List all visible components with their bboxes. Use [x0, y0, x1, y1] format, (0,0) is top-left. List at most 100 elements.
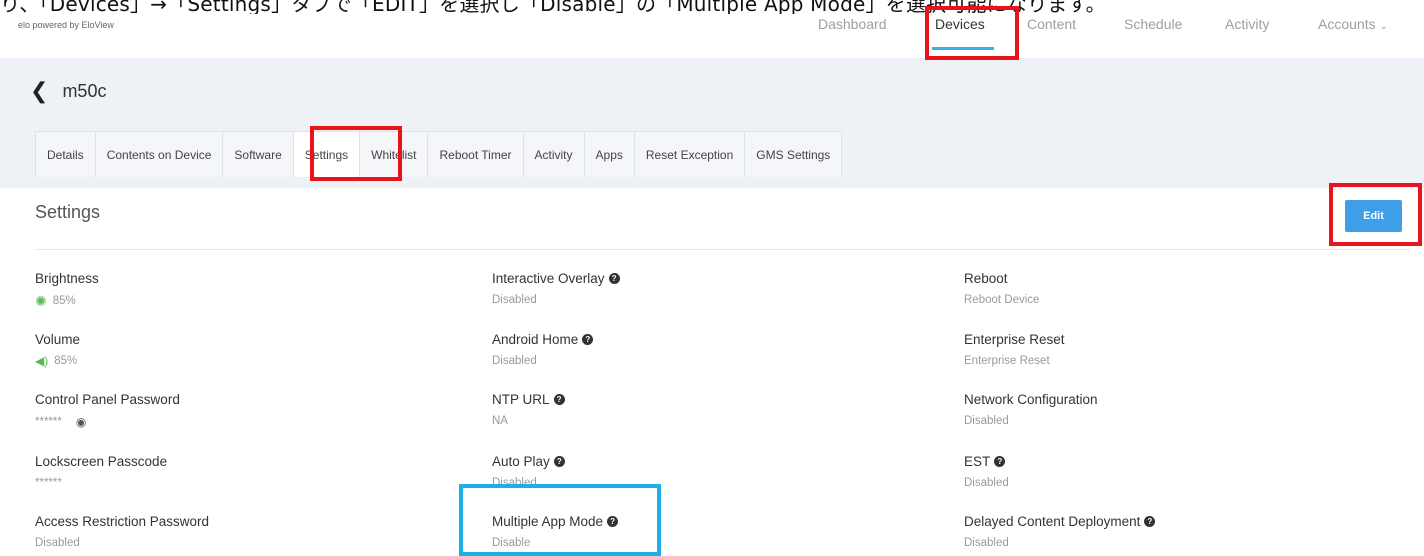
instruction-caption: り、「Devices」→「Settings」タブで「EDIT」を選択し「Disa…: [0, 0, 1106, 14]
nav-activity[interactable]: Activity: [1225, 16, 1269, 32]
setting-value: Disabled: [964, 415, 1009, 427]
tab-reset-exception[interactable]: Reset Exception: [633, 131, 745, 177]
setting-label-row: EST?: [964, 454, 1009, 469]
setting-auto-play: Auto Play? Disabled: [492, 454, 565, 489]
setting-android-home: Android Home? Disabled: [492, 332, 594, 367]
tab-software[interactable]: Software: [222, 131, 293, 177]
setting-label-row: Multiple App Mode?: [492, 514, 619, 529]
setting-value-row: ◀) 85%: [35, 355, 80, 367]
reboot-device-link[interactable]: Reboot Device: [964, 294, 1039, 306]
setting-label: Multiple App Mode: [492, 514, 604, 529]
help-icon[interactable]: ?: [553, 456, 565, 467]
setting-value: Disabled: [492, 355, 537, 367]
setting-lockscreen-passcode: Lockscreen Passcode ******: [35, 454, 167, 489]
setting-est: EST? Disabled: [964, 454, 1009, 489]
help-icon[interactable]: ?: [1144, 516, 1156, 527]
setting-value: Disabled: [492, 294, 537, 306]
edit-button[interactable]: Edit: [1345, 200, 1402, 232]
setting-value: NA: [492, 415, 508, 427]
setting-label: EST: [964, 454, 991, 469]
device-tabs: Details Contents on Device Software Sett…: [35, 131, 843, 177]
setting-enterprise-reset: Enterprise Reset Enterprise Reset: [964, 332, 1065, 367]
setting-value: ******: [35, 477, 62, 489]
setting-delayed-content-deployment: Delayed Content Deployment? Disabled: [964, 514, 1156, 549]
setting-value-row: Disabled: [492, 294, 620, 306]
setting-ntp-url: NTP URL? NA: [492, 392, 565, 427]
setting-access-restriction-password: Access Restriction Password Disabled: [35, 514, 209, 549]
nav-content[interactable]: Content: [1027, 16, 1076, 32]
tab-gms-settings[interactable]: GMS Settings: [744, 131, 843, 177]
setting-value: Disabled: [492, 477, 537, 489]
setting-value-row: Disabled: [492, 355, 593, 367]
top-navigation: Dashboard Devices Content Schedule Activ…: [0, 16, 1424, 46]
setting-label-row: NTP URL?: [492, 392, 565, 407]
setting-multiple-app-mode: Multiple App Mode? Disable: [492, 514, 619, 549]
nav-dashboard[interactable]: Dashboard: [818, 16, 887, 32]
back-chevron-icon[interactable]: ❮: [30, 80, 48, 102]
setting-value-row: Disabled: [964, 477, 1009, 489]
setting-volume: Volume ◀) 85%: [35, 332, 80, 367]
setting-value-row: ✺ 85%: [35, 294, 99, 308]
setting-value-row: ****** ◉: [35, 415, 180, 429]
setting-label-row: Delayed Content Deployment?: [964, 514, 1156, 529]
section-title: Settings: [35, 202, 101, 222]
eye-icon[interactable]: ◉: [76, 415, 86, 429]
setting-label: Lockscreen Passcode: [35, 454, 168, 469]
device-name: m50c: [62, 80, 107, 101]
setting-value-row: Disabled: [964, 415, 1098, 427]
setting-label: Control Panel Password: [35, 392, 180, 407]
section-divider: [35, 249, 1410, 250]
setting-label: Android Home: [492, 332, 579, 347]
brightness-icon: ✺: [35, 293, 47, 309]
setting-control-panel-password: Control Panel Password ****** ◉: [35, 392, 180, 429]
setting-interactive-overlay: Interactive Overlay? Disabled: [492, 271, 620, 306]
setting-value-row: Disabled: [964, 537, 1155, 549]
help-icon[interactable]: ?: [994, 456, 1006, 467]
setting-value-row: Disable: [492, 537, 618, 549]
help-icon[interactable]: ?: [553, 394, 565, 405]
tab-whitelist[interactable]: Whitelist: [359, 131, 428, 177]
setting-value-row: NA: [492, 415, 565, 427]
help-icon[interactable]: ?: [607, 516, 619, 527]
setting-value-row: ******: [35, 477, 167, 489]
tab-apps[interactable]: Apps: [583, 131, 634, 177]
tab-settings[interactable]: Settings: [292, 131, 360, 177]
setting-value-row: Disabled: [35, 537, 209, 549]
setting-reboot: Reboot Reboot Device: [964, 271, 1039, 306]
tab-details[interactable]: Details: [35, 131, 95, 177]
help-icon[interactable]: ?: [608, 273, 620, 284]
nav-devices[interactable]: Devices: [935, 16, 985, 32]
setting-label: Volume: [35, 332, 81, 347]
setting-value: Disable: [492, 537, 531, 549]
nav-accounts[interactable]: Accounts ⌄: [1318, 16, 1388, 32]
setting-network-configuration: Network Configuration Disabled: [964, 392, 1098, 427]
setting-label: Enterprise Reset: [964, 332, 1065, 347]
setting-value: Disabled: [964, 477, 1009, 489]
setting-label: NTP URL: [492, 392, 550, 407]
setting-label: Brightness: [35, 271, 99, 286]
setting-brightness: Brightness ✺ 85%: [35, 271, 99, 308]
nav-schedule[interactable]: Schedule: [1124, 16, 1182, 32]
setting-label: Auto Play: [492, 454, 550, 469]
setting-label-row: Interactive Overlay?: [492, 271, 620, 286]
setting-label: Interactive Overlay: [492, 271, 605, 286]
tab-activity[interactable]: Activity: [522, 131, 584, 177]
setting-label: Access Restriction Password: [35, 514, 210, 529]
setting-value-row: Enterprise Reset: [964, 355, 1065, 367]
tab-reboot-timer[interactable]: Reboot Timer: [427, 131, 523, 177]
volume-icon: ◀): [35, 354, 49, 368]
setting-label-row: Android Home?: [492, 332, 594, 347]
setting-value: Disabled: [964, 537, 1009, 549]
setting-value: ******: [35, 416, 62, 428]
enterprise-reset-link[interactable]: Enterprise Reset: [964, 355, 1050, 367]
device-title: ❮ m50c: [30, 80, 106, 102]
chevron-down-icon: ⌄: [1379, 21, 1388, 32]
setting-value: 85%: [52, 295, 76, 307]
setting-value: Disabled: [35, 537, 80, 549]
setting-label-row: Auto Play?: [492, 454, 565, 469]
tab-contents-on-device[interactable]: Contents on Device: [94, 131, 223, 177]
active-nav-indicator: [932, 47, 994, 50]
setting-label: Reboot: [964, 271, 1008, 286]
nav-accounts-label: Accounts: [1318, 16, 1376, 32]
help-icon[interactable]: ?: [582, 334, 594, 345]
